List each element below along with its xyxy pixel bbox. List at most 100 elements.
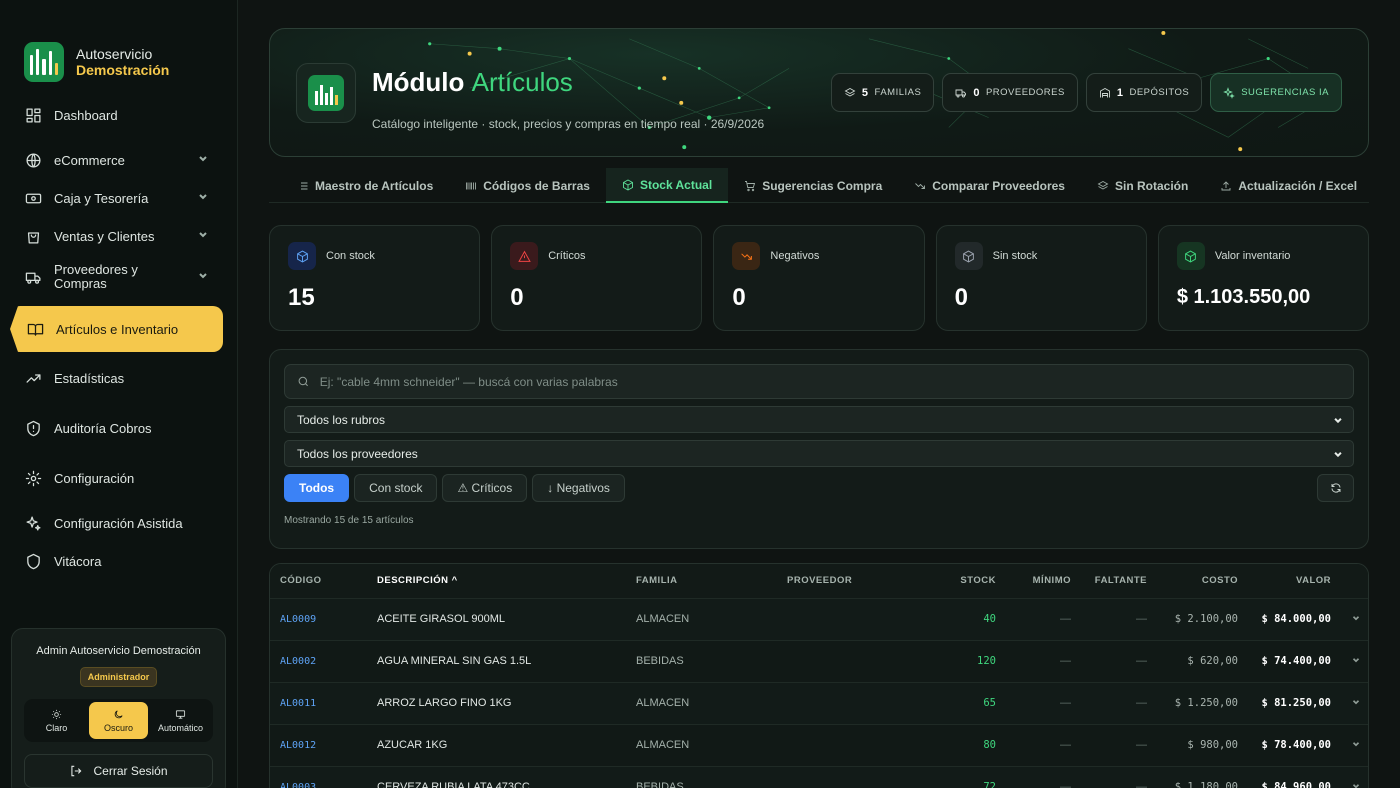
col-stock[interactable]: STOCK — [901, 564, 1006, 598]
chevron-down-icon — [1352, 741, 1360, 746]
col-costo[interactable]: COSTO — [1157, 564, 1248, 598]
col-descripcion[interactable]: DESCRIPCIÓN ^ — [367, 564, 626, 598]
brand[interactable]: Autoservicio Demostración — [0, 0, 237, 96]
tab-stock-actual[interactable]: Stock Actual — [605, 168, 729, 203]
expand-row-button[interactable] — [1341, 723, 1368, 766]
sidebar-item-caja[interactable]: Caja y Tesorería — [14, 179, 223, 217]
tab-label: Stock Actual — [639, 177, 713, 192]
col-codigo[interactable]: CÓDIGO — [270, 564, 367, 598]
sidebar-item-ecommerce[interactable]: eCommerce — [14, 141, 223, 179]
layers-icon — [844, 87, 856, 97]
expand-row-button[interactable] — [1341, 597, 1368, 640]
select-value: Todos los proveedores — [297, 446, 418, 461]
stat-con-stock: Con stock 15 — [269, 225, 481, 331]
search-box — [284, 364, 1354, 399]
proveedor-select[interactable]: Todos los proveedores — [284, 440, 1354, 467]
col-faltante[interactable]: FALTANTE — [1081, 564, 1157, 598]
cell-supplier — [777, 597, 901, 640]
table-row[interactable]: AL0011 ARROZ LARGO FINO 1KG ALMACEN 65— — $ 1… — [270, 681, 1368, 724]
sidebar-item-estadisticas[interactable]: Estadísticas — [14, 359, 223, 397]
families-badge[interactable]: 5 FAMILIAS — [830, 73, 935, 112]
search-icon — [298, 376, 308, 387]
title-main: Módulo — [372, 67, 465, 97]
badge-label: PROVEEDORES — [985, 87, 1065, 98]
theme-dark-button[interactable]: Oscuro — [89, 702, 148, 739]
theme-light-button[interactable]: Claro — [27, 702, 86, 739]
logout-button[interactable]: Cerrar Sesión — [24, 754, 213, 788]
cell-supplier — [777, 639, 901, 682]
cart-icon — [745, 180, 756, 191]
tab-sugerencias[interactable]: Sugerencias Compra — [728, 168, 898, 203]
suppliers-badge[interactable]: 0 PROVEEDORES — [942, 73, 1078, 112]
role-badge: Administrador — [79, 667, 158, 687]
search-input[interactable] — [319, 374, 1341, 389]
cell-family: ALMACEN — [626, 681, 777, 724]
trending-up-icon — [24, 369, 42, 387]
sidebar-item-dashboard[interactable]: Dashboard — [14, 96, 223, 134]
theme-auto-button[interactable]: Automático — [151, 702, 210, 739]
alert-triangle-icon — [510, 242, 539, 270]
filter-criticos-button[interactable]: ⚠ Críticos — [442, 474, 528, 502]
cell-missing: — — [1081, 597, 1157, 640]
sidebar-item-configuracion-asistida[interactable]: Configuración Asistida — [14, 504, 223, 542]
filter-con-stock-button[interactable]: Con stock — [354, 474, 438, 502]
sidebar-item-ventas[interactable]: Ventas y Clientes — [14, 217, 223, 255]
sidebar-item-auditoria[interactable]: Auditoría Cobros — [14, 409, 223, 447]
ai-suggestions-button[interactable]: SUGERENCIAS IA — [1210, 73, 1342, 112]
cell-stock: 80 — [901, 723, 1006, 766]
chevron-down-icon — [1352, 615, 1360, 620]
warehouse-icon — [1099, 87, 1110, 97]
filter-todos-button[interactable]: Todos — [284, 474, 350, 502]
table-row[interactable]: AL0003 CERVEZA RUBIA LATA 473CC BEBIDAS 72—… — [270, 765, 1368, 788]
warehouses-badge[interactable]: 1 DEPÓSITOS — [1085, 73, 1203, 112]
sidebar-item-proveedores[interactable]: Proveedores y Compras — [14, 255, 223, 299]
cell-code: AL0011 — [270, 681, 367, 724]
refresh-button[interactable] — [1317, 474, 1354, 502]
chevron-down-icon — [197, 270, 209, 285]
col-proveedor[interactable]: PROVEEDOR — [777, 564, 901, 598]
cell-stock: 72 — [901, 765, 1006, 788]
chevron-down-icon — [197, 153, 209, 168]
tab-codigos[interactable]: Códigos de Barras — [449, 168, 606, 203]
expand-row-button[interactable] — [1341, 765, 1368, 788]
tab-comparar[interactable]: Comparar Proveedores — [898, 168, 1081, 203]
cell-cost: $ 1.250,00 — [1157, 681, 1248, 724]
sidebar-item-vitacora[interactable]: Vitácora — [14, 542, 223, 580]
expand-row-button[interactable] — [1341, 639, 1368, 682]
chevron-down-icon — [1334, 451, 1342, 457]
theme-switcher: Claro Oscuro Automático — [24, 699, 213, 742]
sidebar-item-configuracion[interactable]: Configuración — [14, 459, 223, 497]
monitor-icon — [175, 709, 186, 719]
cell-missing: — — [1081, 639, 1157, 682]
col-valor[interactable]: VALOR — [1248, 564, 1341, 598]
tab-maestro[interactable]: Maestro de Artículos — [281, 168, 449, 203]
sparkles-icon — [1223, 86, 1236, 99]
sidebar-item-label: Configuración — [54, 470, 135, 486]
sidebar-item-label: Caja y Tesorería — [54, 190, 149, 206]
col-familia[interactable]: FAMILIA — [626, 564, 777, 598]
col-expand — [1341, 564, 1368, 598]
filter-negativos-button[interactable]: ↓ Negativos — [532, 474, 625, 502]
table-row[interactable]: AL0012 AZUCAR 1KG ALMACEN 80— — $ 980,00 $ 78.… — [270, 723, 1368, 766]
globe-icon — [24, 151, 42, 169]
module-logo-icon — [296, 63, 356, 123]
expand-row-button[interactable] — [1341, 681, 1368, 724]
list-icon — [298, 182, 308, 189]
sidebar-item-articulos[interactable]: Artículos e Inventario — [10, 306, 223, 352]
table-row[interactable]: AL0009 ACEITE GIRASOL 900ML ALMACEN 40— — $ 2… — [270, 597, 1368, 640]
stat-valor-inventario: Valor inventario $ 1.103.550,00 — [1157, 225, 1370, 331]
stat-negativos: Negativos 0 — [713, 225, 925, 331]
table-row[interactable]: AL0002 AGUA MINERAL SIN GAS 1.5L BEBIDAS 12… — [270, 639, 1368, 682]
cell-family: ALMACEN — [626, 597, 777, 640]
moon-icon — [114, 709, 123, 718]
col-minimo[interactable]: MÍNIMO — [1006, 564, 1081, 598]
badge-label: SUGERENCIAS IA — [1241, 87, 1329, 98]
brand-subname: Demostración — [76, 62, 170, 78]
cell-value: $ 81.250,00 — [1248, 681, 1341, 724]
tab-sin-rotacion[interactable]: Sin Rotación — [1081, 168, 1204, 203]
stat-value: 0 — [732, 284, 746, 311]
cell-family: ALMACEN — [626, 723, 777, 766]
rubro-select[interactable]: Todos los rubros — [284, 406, 1354, 433]
chevron-down-icon — [1334, 417, 1342, 423]
tab-actualizacion[interactable]: Actualización / Excel — [1204, 168, 1373, 203]
